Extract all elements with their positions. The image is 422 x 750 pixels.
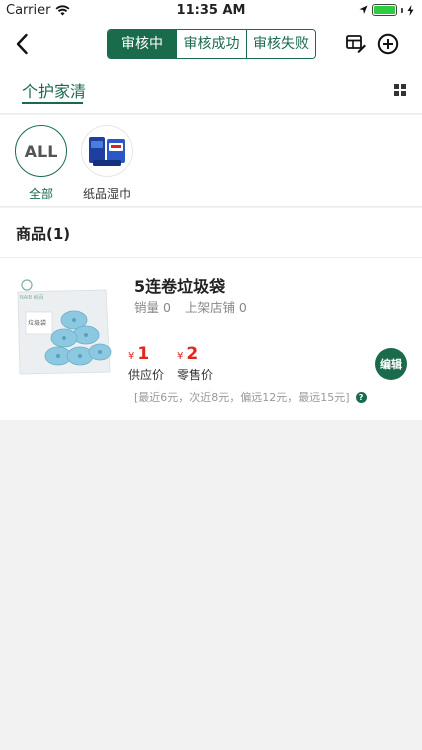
product-name[interactable]: 5连卷垃圾袋 bbox=[134, 273, 225, 297]
status-bar: Carrier 11:35 AM bbox=[0, 0, 422, 22]
status-right bbox=[359, 4, 414, 16]
subcategory-label: 全部 bbox=[28, 187, 53, 201]
chevron-left-icon bbox=[16, 33, 28, 55]
products-count-title: 商品(1) bbox=[16, 225, 71, 243]
batch-edit-button[interactable] bbox=[344, 32, 368, 56]
review-status-segmented-control: 审核中 审核成功 审核失败 bbox=[107, 29, 316, 59]
package-label-text: 垃圾袋 bbox=[28, 319, 46, 327]
all-badge-text: ALL bbox=[24, 141, 58, 161]
back-button[interactable] bbox=[8, 30, 36, 58]
currency-symbol: ¥ bbox=[177, 351, 184, 362]
tab-reviewing[interactable]: 审核中 bbox=[108, 30, 176, 58]
edit-list-icon bbox=[346, 35, 366, 53]
subcategory-label: 纸品湿巾 bbox=[82, 187, 131, 201]
retail-price-value: 2 bbox=[186, 344, 199, 364]
location-arrow-icon bbox=[359, 5, 368, 14]
subcategory-list: ALL 全部 纸品湿巾 bbox=[0, 115, 422, 207]
supply-price-value: 1 bbox=[137, 344, 150, 364]
package-brand-text: NAIB 纳百 bbox=[20, 294, 44, 301]
help-icon[interactable]: ? bbox=[355, 391, 367, 403]
tissue-thumbnail bbox=[81, 125, 133, 177]
add-product-button[interactable] bbox=[376, 32, 400, 56]
battery-tip bbox=[401, 7, 403, 13]
product-card: NAIB 纳百 垃圾袋 5连卷垃圾袋 销量 0 上架店铺 0 ¥1 供应价 ¥2… bbox=[0, 258, 422, 420]
regional-price-hint: [最近6元，次近8元，偏远12元，最远15元] ? bbox=[134, 389, 367, 405]
retail-price-label: 零售价 bbox=[177, 368, 214, 382]
tab-review-success[interactable]: 审核成功 bbox=[176, 30, 246, 58]
currency-symbol: ¥ bbox=[128, 351, 135, 362]
plus-circle-icon bbox=[377, 33, 399, 55]
category-tab-personal-care[interactable]: 个护家清 bbox=[22, 78, 86, 102]
all-badge: ALL bbox=[15, 125, 67, 177]
product-image[interactable]: NAIB 纳百 垃圾袋 bbox=[14, 272, 114, 377]
subcategory-item-all[interactable]: ALL 全部 bbox=[11, 125, 71, 202]
edit-button[interactable]: 编辑 bbox=[375, 348, 407, 380]
category-tab-indicator bbox=[22, 102, 83, 104]
subcategory-item-tissue-wipes[interactable]: 纸品湿巾 bbox=[77, 125, 137, 202]
battery-icon bbox=[372, 4, 397, 16]
retail-price: ¥2 bbox=[177, 344, 237, 364]
retail-price-box: ¥2 零售价 bbox=[177, 344, 237, 383]
sales-count: 销量 0 bbox=[134, 300, 171, 315]
products-section-header: 商品(1) bbox=[0, 208, 422, 258]
regional-price-text: [最近6元，次近8元，偏远12元，最远15元] bbox=[134, 391, 350, 404]
nav-bar: 审核中 审核成功 审核失败 bbox=[0, 22, 422, 66]
store-count: 上架店铺 0 bbox=[184, 300, 247, 315]
tissue-product-image bbox=[89, 137, 125, 166]
charging-icon bbox=[407, 4, 414, 16]
product-stats: 销量 0 上架店铺 0 bbox=[134, 297, 247, 316]
grid-view-icon[interactable] bbox=[394, 84, 406, 96]
category-tab-bar: 个护家清 bbox=[0, 66, 422, 114]
tab-review-failed[interactable]: 审核失败 bbox=[246, 30, 315, 58]
